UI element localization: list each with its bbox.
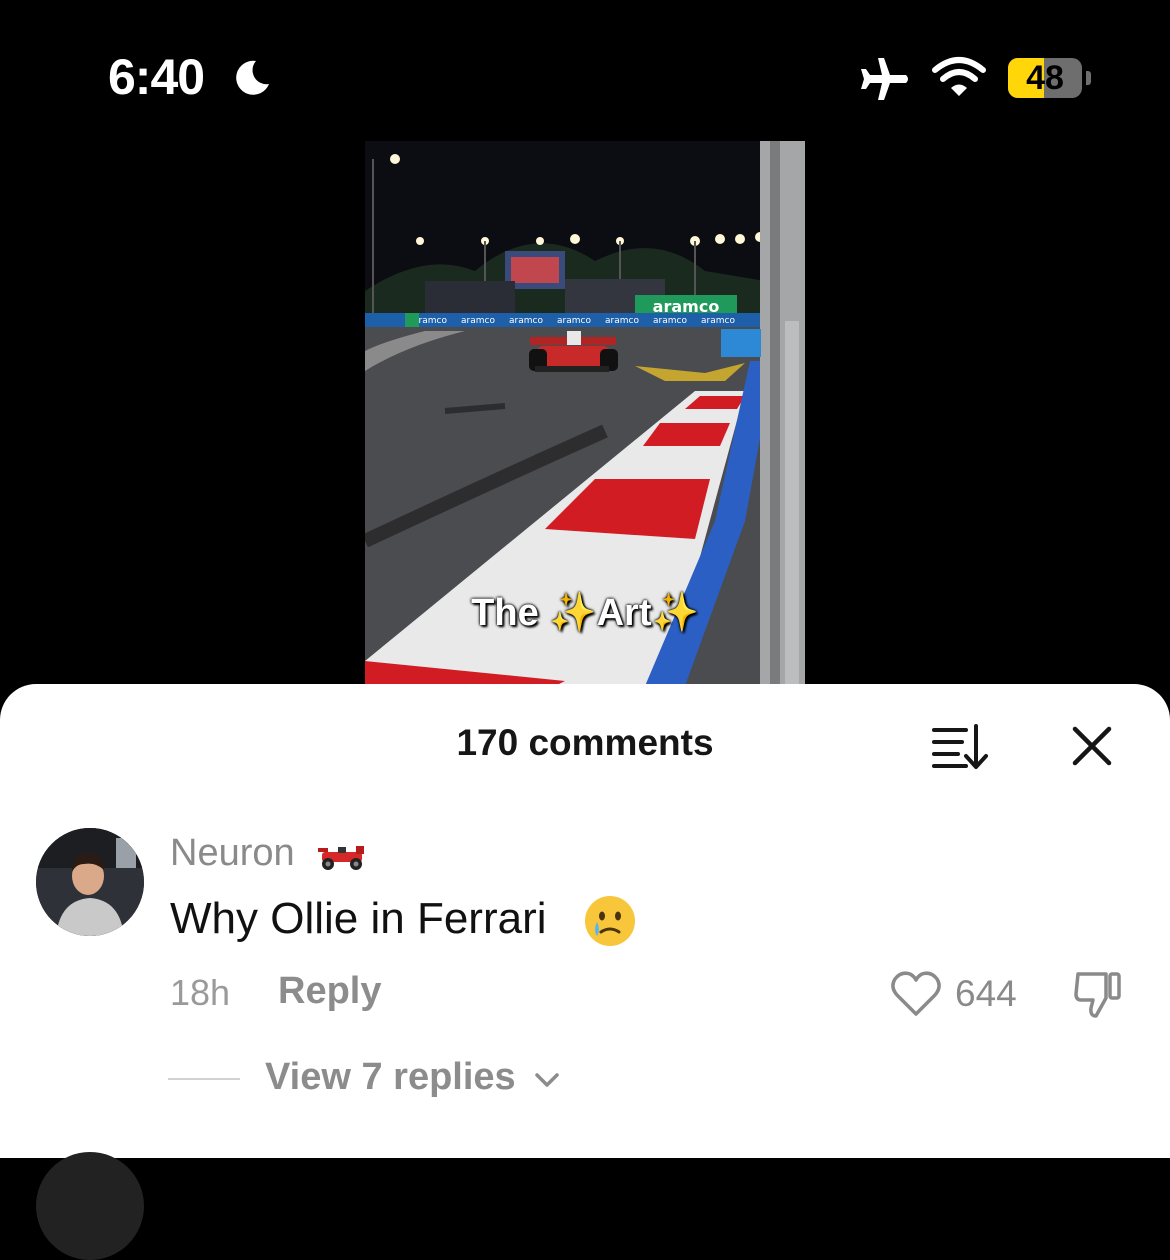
crying-face-icon bbox=[585, 896, 635, 946]
comments-sheet: 170 comments Neuron Why Ollie in Ferrari… bbox=[0, 684, 1170, 1260]
race-car-icon bbox=[318, 846, 364, 870]
caption-word-2: Art bbox=[596, 592, 652, 634]
comment-timestamp: 18h bbox=[170, 972, 231, 1013]
status-time: 6:40 bbox=[108, 49, 205, 105]
chevron-down-icon[interactable] bbox=[534, 1072, 560, 1088]
sparkle-icon: ✨ bbox=[651, 592, 699, 634]
svg-text:aramco: aramco bbox=[653, 316, 687, 326]
close-icon[interactable] bbox=[1070, 724, 1114, 768]
svg-text:aramco: aramco bbox=[605, 316, 639, 326]
airplane-icon bbox=[861, 58, 908, 100]
video-caption: The ✨Art✨ bbox=[365, 591, 805, 635]
reply-button[interactable]: Reply bbox=[278, 970, 381, 1013]
like-count: 644 bbox=[955, 973, 1017, 1014]
caption-word-1: The bbox=[471, 592, 539, 634]
comment-text: Why Ollie in Ferrari bbox=[170, 894, 547, 943]
moon-icon bbox=[236, 60, 269, 95]
avatar-image bbox=[36, 828, 144, 936]
next-comment-avatar[interactable] bbox=[36, 1152, 144, 1260]
replies-divider bbox=[168, 1078, 240, 1080]
sparkle-icon: ✨ bbox=[549, 592, 597, 634]
svg-text:aramco: aramco bbox=[509, 316, 543, 326]
heart-icon[interactable] bbox=[890, 970, 942, 1018]
video-player[interactable]: aramco aramco aramco aramco aramco aramco ar… bbox=[365, 141, 805, 686]
svg-text:aramco: aramco bbox=[461, 316, 495, 326]
battery-icon: 48 bbox=[1008, 58, 1082, 98]
battery-cap bbox=[1086, 71, 1091, 85]
sort-icon[interactable] bbox=[930, 722, 990, 770]
wifi-icon bbox=[932, 57, 986, 96]
comments-title: 170 comments bbox=[456, 722, 714, 763]
thumbs-down-icon[interactable] bbox=[1072, 968, 1124, 1020]
svg-text:aramco: aramco bbox=[557, 316, 591, 326]
svg-text:aramco: aramco bbox=[701, 316, 735, 326]
view-replies-button[interactable]: View 7 replies bbox=[265, 1056, 516, 1099]
race-car bbox=[529, 331, 618, 372]
comment-username[interactable]: Neuron bbox=[170, 832, 295, 875]
battery-level: 48 bbox=[1026, 59, 1064, 97]
avatar[interactable] bbox=[36, 828, 144, 936]
